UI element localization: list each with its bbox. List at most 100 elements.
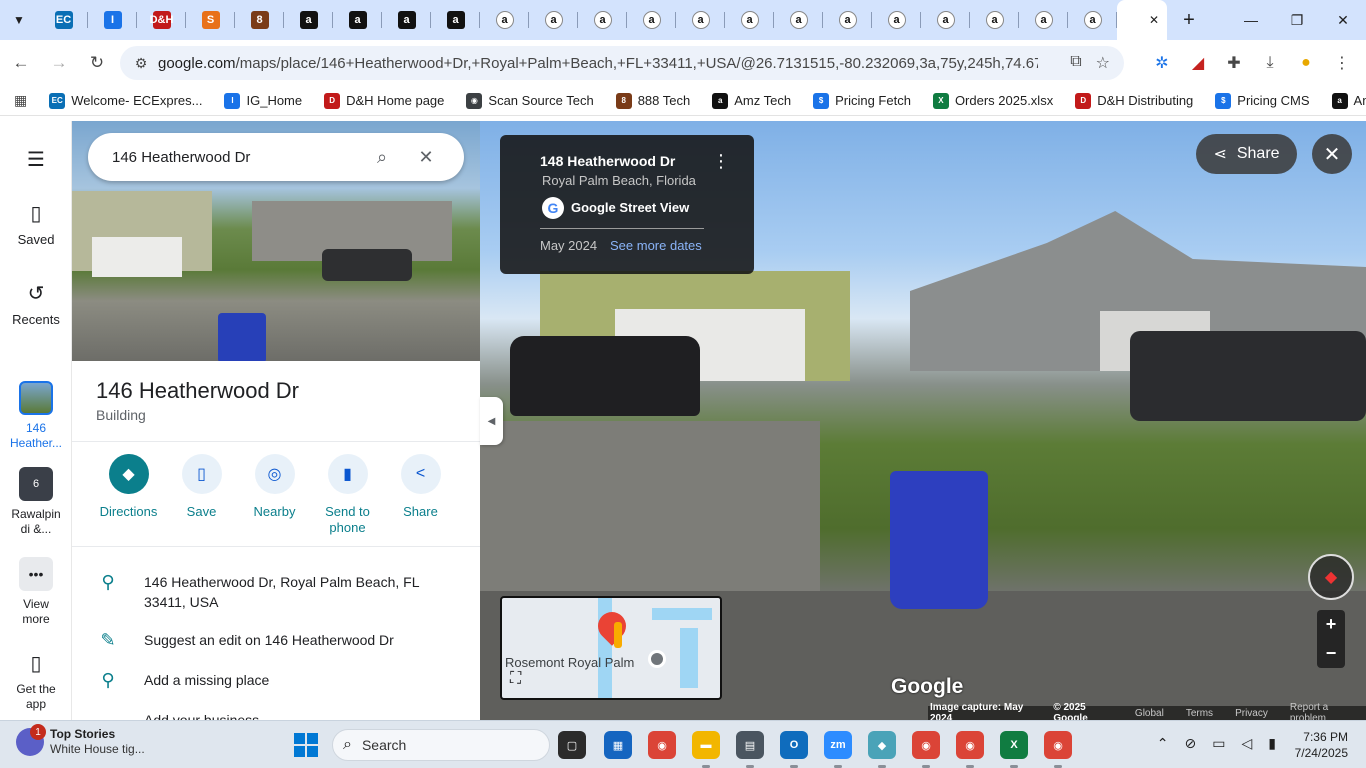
browser-tab[interactable]: D&H bbox=[137, 0, 186, 40]
minimize-button[interactable]: — bbox=[1228, 0, 1274, 40]
bookmark-item[interactable]: D D&H Distributing bbox=[1075, 92, 1193, 109]
global-link[interactable]: Global bbox=[1135, 708, 1164, 719]
bookmark-item[interactable]: a Amazon bbox=[1331, 92, 1366, 109]
bookmark-item[interactable]: $ Pricing CMS bbox=[1215, 92, 1310, 109]
puzzle-icon[interactable]: ✚ bbox=[1218, 47, 1250, 79]
mini-map[interactable]: Rosemont Royal Palm ⛶ bbox=[500, 596, 722, 700]
bookmark-item[interactable]: D D&H Home page bbox=[324, 92, 444, 109]
calculator-icon[interactable]: ▤ bbox=[736, 731, 764, 768]
chrome-icon[interactable]: ◉ bbox=[648, 731, 676, 759]
chrome-profile-icon[interactable]: ◉ bbox=[1044, 731, 1072, 768]
browser-tab[interactable]: a bbox=[1068, 0, 1117, 40]
extension-icon[interactable]: ✲ bbox=[1146, 47, 1178, 79]
browser-tab[interactable]: a bbox=[480, 0, 529, 40]
recents-button[interactable]: ↺ Recents bbox=[0, 281, 72, 327]
suggest-edit-text[interactable]: Suggest an edit on 146 Heatherwood Dr bbox=[144, 630, 444, 651]
store-icon[interactable]: ▦ bbox=[604, 731, 632, 759]
browser-tab[interactable]: a bbox=[333, 0, 382, 40]
bookmark-item[interactable]: X Orders 2025.xlsx bbox=[932, 92, 1053, 109]
view-more-button[interactable]: ••• View more bbox=[0, 557, 72, 627]
reload-button[interactable]: ↻ bbox=[80, 46, 114, 80]
url-text[interactable]: google.com/maps/place/146+Heatherwood+Dr… bbox=[158, 55, 1038, 72]
browser-tab[interactable]: a bbox=[578, 0, 627, 40]
bookmark-item[interactable]: 8 888 Tech bbox=[615, 92, 690, 109]
street-share-button[interactable]: ⋖ Share bbox=[1196, 134, 1297, 174]
download-icon[interactable]: ⤓ bbox=[1254, 47, 1286, 79]
battery-icon[interactable]: ▮ bbox=[1268, 735, 1276, 752]
browser-tab[interactable]: a bbox=[921, 0, 970, 40]
browser-tab[interactable]: a bbox=[1019, 0, 1068, 40]
news-widget[interactable]: 1 Top Stories White House tig... bbox=[16, 724, 145, 757]
suggest-edit-row[interactable]: ✎ Suggest an edit on 146 Heatherwood Dr bbox=[72, 630, 480, 651]
recent-place-rawalpindi[interactable]: 6 Rawalpin di &... bbox=[0, 467, 72, 537]
close-street-view-button[interactable]: ✕ bbox=[1312, 134, 1352, 174]
pdf-extension-icon[interactable]: ◢ bbox=[1182, 47, 1214, 79]
browser-tab[interactable]: EC bbox=[39, 0, 88, 40]
browser-tab[interactable]: 8 bbox=[235, 0, 284, 40]
star-icon[interactable]: ☆ bbox=[1096, 53, 1110, 73]
browser-tab[interactable]: a bbox=[431, 0, 480, 40]
fullscreen-icon[interactable]: ⛶ bbox=[510, 670, 521, 688]
browser-tab[interactable]: a bbox=[970, 0, 1019, 40]
task-view-icon[interactable]: ▢ bbox=[558, 731, 586, 759]
browser-tab[interactable]: a bbox=[529, 0, 578, 40]
site-info-icon[interactable]: ⚙ bbox=[126, 55, 156, 72]
search-box[interactable]: 146 Heatherwood Dr ⌕ ✕ bbox=[88, 133, 464, 181]
close-window-button[interactable]: ✕ bbox=[1320, 0, 1366, 40]
send-to-phone-button[interactable]: ▮ Send to phone bbox=[311, 454, 384, 536]
pegman-icon[interactable] bbox=[614, 622, 622, 648]
bookmark-item[interactable]: I IG_Home bbox=[224, 92, 302, 109]
search-input[interactable]: 146 Heatherwood Dr bbox=[112, 149, 367, 166]
nearby-button[interactable]: ◎ Nearby bbox=[238, 454, 311, 536]
apps-grid-icon[interactable]: ▦ bbox=[14, 92, 27, 109]
privacy-link[interactable]: Privacy bbox=[1235, 708, 1268, 719]
forward-button[interactable]: → bbox=[42, 46, 76, 80]
browser-tab-active[interactable]: ✕ bbox=[1117, 0, 1167, 40]
new-tab-button[interactable]: + bbox=[1175, 6, 1203, 34]
browser-tab[interactable]: a bbox=[725, 0, 774, 40]
address-text[interactable]: 146 Heatherwood Dr, Royal Palm Beach, FL… bbox=[144, 572, 444, 612]
browser-tab[interactable]: S bbox=[186, 0, 235, 40]
directions-button[interactable]: ◆ Directions bbox=[92, 454, 165, 536]
poi-marker-icon[interactable] bbox=[648, 650, 666, 668]
browser-tab[interactable]: a bbox=[284, 0, 333, 40]
browser-tab[interactable]: a bbox=[382, 0, 431, 40]
network-off-icon[interactable]: ⊘ bbox=[1185, 735, 1197, 752]
display-icon[interactable]: ▭ bbox=[1212, 735, 1225, 752]
browser-tab[interactable]: a bbox=[627, 0, 676, 40]
browser-tab[interactable]: a bbox=[823, 0, 872, 40]
bookmark-item[interactable]: EC Welcome- ECExpres... bbox=[49, 92, 202, 109]
search-icon[interactable]: ⌕ bbox=[367, 147, 397, 168]
add-place-row[interactable]: ⚲ Add a missing place bbox=[72, 670, 480, 691]
address-bar[interactable]: ⚙ google.com/maps/place/146+Heatherwood+… bbox=[120, 46, 1124, 80]
address-row[interactable]: ⚲ 146 Heatherwood Dr, Royal Palm Beach, … bbox=[72, 572, 480, 612]
browser-tab[interactable]: a bbox=[774, 0, 823, 40]
clear-search-icon[interactable]: ✕ bbox=[411, 147, 441, 168]
clock[interactable]: 7:36 PM 7/24/2025 bbox=[1295, 729, 1348, 761]
recent-place-heatherwood[interactable]: 146 Heather... bbox=[0, 381, 72, 451]
get-app-button[interactable]: ▯ Get the app bbox=[0, 651, 72, 712]
kebab-menu-icon[interactable]: ⋮ bbox=[1326, 47, 1358, 79]
maximize-button[interactable]: ❐ bbox=[1274, 0, 1320, 40]
browser-tab[interactable]: a bbox=[872, 0, 921, 40]
bookmark-item[interactable]: ◉ Scan Source Tech bbox=[466, 92, 594, 109]
chevron-up-icon[interactable]: ⌃ bbox=[1157, 735, 1169, 752]
windows-start-icon[interactable] bbox=[294, 733, 318, 757]
file-explorer-icon[interactable]: ▬ bbox=[692, 731, 720, 768]
chrome-profile-icon[interactable]: ◉ bbox=[956, 731, 984, 768]
browser-tab[interactable]: I bbox=[88, 0, 137, 40]
bookmark-item[interactable]: $ Pricing Fetch bbox=[813, 92, 911, 109]
compass-icon[interactable]: ◆ bbox=[1308, 554, 1354, 600]
zoom-icon[interactable]: zm bbox=[824, 731, 852, 768]
zoom-in-button[interactable]: + bbox=[1317, 610, 1345, 639]
taskbar-search[interactable]: ⌕ Search bbox=[332, 729, 550, 761]
volume-icon[interactable]: ◁ bbox=[1242, 735, 1253, 752]
share-button[interactable]: < Share bbox=[384, 454, 457, 536]
install-app-icon[interactable]: ⧉ bbox=[1070, 53, 1081, 73]
profile-avatar[interactable]: ● bbox=[1290, 47, 1322, 79]
saved-button[interactable]: ▯ Saved bbox=[0, 201, 72, 247]
kebab-menu-icon[interactable]: ⋮ bbox=[712, 151, 730, 172]
tab-search-button[interactable]: ▼ bbox=[5, 6, 33, 34]
add-business-text[interactable]: Add your business bbox=[144, 710, 444, 720]
edge-like-icon[interactable]: ◆ bbox=[868, 731, 896, 768]
